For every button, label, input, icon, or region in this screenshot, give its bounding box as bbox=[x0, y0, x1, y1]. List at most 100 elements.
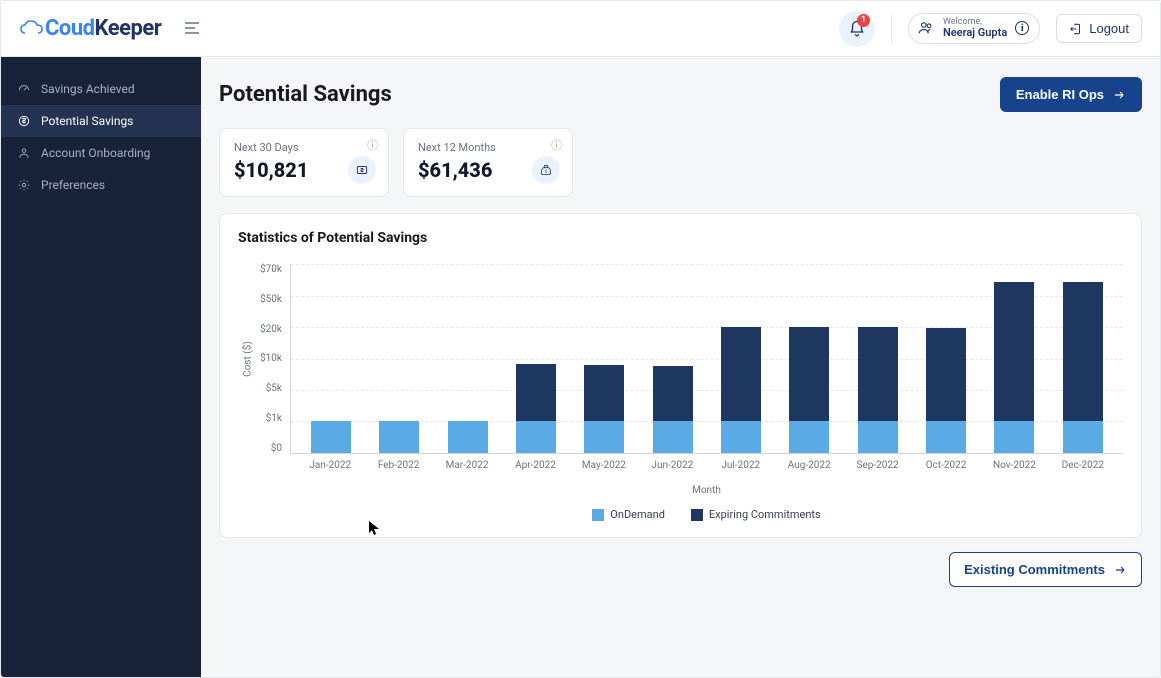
y-tick: $5k bbox=[266, 383, 282, 394]
gauge-icon bbox=[17, 82, 31, 96]
existing-commitments-button[interactable]: Existing Commitments bbox=[949, 552, 1142, 587]
sidebar-item-potential-savings[interactable]: Potential Savings bbox=[1, 105, 201, 137]
logout-label: Logout bbox=[1089, 21, 1129, 36]
button-label: Existing Commitments bbox=[964, 562, 1105, 577]
stat-card-next-12-months: ⓘ Next 12 Months $61,436 bbox=[403, 128, 573, 197]
button-label: Enable RI Ops bbox=[1016, 87, 1104, 102]
chart-title: Statistics of Potential Savings bbox=[238, 230, 1123, 246]
bar-segment-expiring bbox=[653, 366, 693, 421]
x-tick-label: Jun-2022 bbox=[638, 460, 706, 471]
chart-legend: OnDemand Expiring Commitments bbox=[290, 502, 1123, 529]
enable-ri-ops-button[interactable]: Enable RI Ops bbox=[1000, 77, 1142, 112]
bar-group bbox=[980, 264, 1048, 453]
x-tick-label: May-2022 bbox=[570, 460, 638, 471]
info-icon[interactable]: ⓘ bbox=[551, 137, 562, 153]
sidebar-item-account-onboarding[interactable]: Account Onboarding bbox=[1, 137, 201, 169]
arrow-right-icon bbox=[1112, 88, 1126, 102]
bar-group bbox=[570, 264, 638, 453]
bar-segment-ondemand bbox=[789, 421, 829, 453]
header: CoudKeeper 1 Welcome, Neeraj Gupta i Log… bbox=[1, 1, 1160, 57]
sidebar-item-label: Savings Achieved bbox=[41, 82, 135, 96]
bar-segment-expiring bbox=[721, 327, 761, 421]
notifications-button[interactable]: 1 bbox=[839, 11, 875, 47]
x-tick-label: Nov-2022 bbox=[980, 460, 1048, 471]
bar-group bbox=[707, 264, 775, 453]
bar-segment-ondemand bbox=[721, 421, 761, 453]
x-axis: Jan-2022Feb-2022Mar-2022Apr-2022May-2022… bbox=[290, 454, 1123, 471]
cloud-icon bbox=[19, 19, 45, 39]
y-tick: $1k bbox=[266, 413, 282, 424]
money-icon bbox=[17, 114, 31, 128]
sidebar-item-label: Account Onboarding bbox=[41, 146, 150, 160]
gear-icon bbox=[17, 178, 31, 192]
sidebar-item-preferences[interactable]: Preferences bbox=[1, 169, 201, 201]
x-tick-label: Feb-2022 bbox=[364, 460, 432, 471]
legend-item-ondemand: OnDemand bbox=[592, 508, 665, 521]
logo-text-suffix: Keeper bbox=[95, 16, 162, 41]
y-tick: $0 bbox=[271, 443, 282, 454]
app-root: CoudKeeper 1 Welcome, Neeraj Gupta i Log… bbox=[0, 0, 1161, 678]
x-tick-label: Jan-2022 bbox=[296, 460, 364, 471]
y-axis-label: Cost ($) bbox=[242, 341, 253, 377]
bar-segment-expiring bbox=[858, 327, 898, 421]
stat-label: Next 30 Days bbox=[234, 141, 374, 154]
bar-segment-ondemand bbox=[858, 421, 898, 453]
bar-segment-expiring bbox=[516, 364, 556, 421]
dollar-card-icon bbox=[348, 156, 376, 184]
notification-badge: 1 bbox=[857, 14, 870, 27]
legend-item-expiring: Expiring Commitments bbox=[691, 508, 821, 521]
bar-segment-expiring bbox=[926, 328, 966, 421]
main-content: Potential Savings Enable RI Ops ⓘ Next 3… bbox=[201, 57, 1160, 677]
y-tick: $70k bbox=[260, 264, 282, 275]
sidebar-item-savings-achieved[interactable]: Savings Achieved bbox=[1, 73, 201, 105]
bar-group bbox=[1049, 264, 1117, 453]
chart-panel: Statistics of Potential Savings Cost ($)… bbox=[219, 213, 1142, 538]
bar-segment-expiring bbox=[1063, 282, 1103, 421]
x-tick-label: Sep-2022 bbox=[843, 460, 911, 471]
sidebar-item-label: Preferences bbox=[41, 178, 105, 192]
x-tick-label: Jul-2022 bbox=[707, 460, 775, 471]
y-tick: $10k bbox=[260, 353, 282, 364]
bar-segment-expiring bbox=[584, 365, 624, 421]
stat-label: Next 12 Months bbox=[418, 141, 558, 154]
logo: CoudKeeper bbox=[19, 16, 161, 41]
bar-segment-ondemand bbox=[653, 421, 693, 453]
bar-group bbox=[365, 264, 433, 453]
bar-group bbox=[434, 264, 502, 453]
user-menu[interactable]: Welcome, Neeraj Gupta i bbox=[908, 13, 1040, 45]
logout-icon bbox=[1069, 22, 1083, 36]
bar-group bbox=[775, 264, 843, 453]
bar-segment-ondemand bbox=[311, 421, 351, 453]
logout-button[interactable]: Logout bbox=[1056, 14, 1142, 43]
page-title: Potential Savings bbox=[219, 82, 392, 107]
user-name: Neeraj Gupta bbox=[943, 27, 1007, 39]
arrow-right-icon bbox=[1113, 563, 1127, 577]
onboarding-icon bbox=[17, 146, 31, 160]
sidebar-toggle-icon[interactable] bbox=[177, 14, 209, 43]
x-tick-label: Apr-2022 bbox=[501, 460, 569, 471]
x-tick-label: Dec-2022 bbox=[1049, 460, 1117, 471]
bar-segment-ondemand bbox=[379, 421, 419, 453]
bar-segment-expiring bbox=[789, 327, 829, 421]
bar-group bbox=[502, 264, 570, 453]
logo-text-prefix: C bbox=[45, 16, 59, 41]
bar-group bbox=[844, 264, 912, 453]
bar-segment-ondemand bbox=[584, 421, 624, 453]
info-icon[interactable]: i bbox=[1015, 21, 1029, 35]
bar-group bbox=[297, 264, 365, 453]
sidebar: Savings Achieved Potential Savings Accou… bbox=[1, 57, 201, 677]
bar-group bbox=[639, 264, 707, 453]
y-tick: $50k bbox=[260, 294, 282, 305]
bar-segment-ondemand bbox=[926, 421, 966, 453]
people-icon bbox=[917, 19, 935, 37]
x-axis-label: Month bbox=[290, 471, 1123, 502]
bar-segment-ondemand bbox=[516, 421, 556, 453]
bar-segment-ondemand bbox=[448, 421, 488, 453]
bar-segment-expiring bbox=[994, 282, 1034, 421]
info-icon[interactable]: ⓘ bbox=[367, 137, 378, 153]
sidebar-item-label: Potential Savings bbox=[41, 114, 133, 128]
bar-segment-ondemand bbox=[1063, 421, 1103, 453]
chart-plot bbox=[290, 264, 1123, 454]
y-tick: $20k bbox=[260, 324, 282, 335]
logo-text-mid: oud bbox=[59, 16, 95, 41]
